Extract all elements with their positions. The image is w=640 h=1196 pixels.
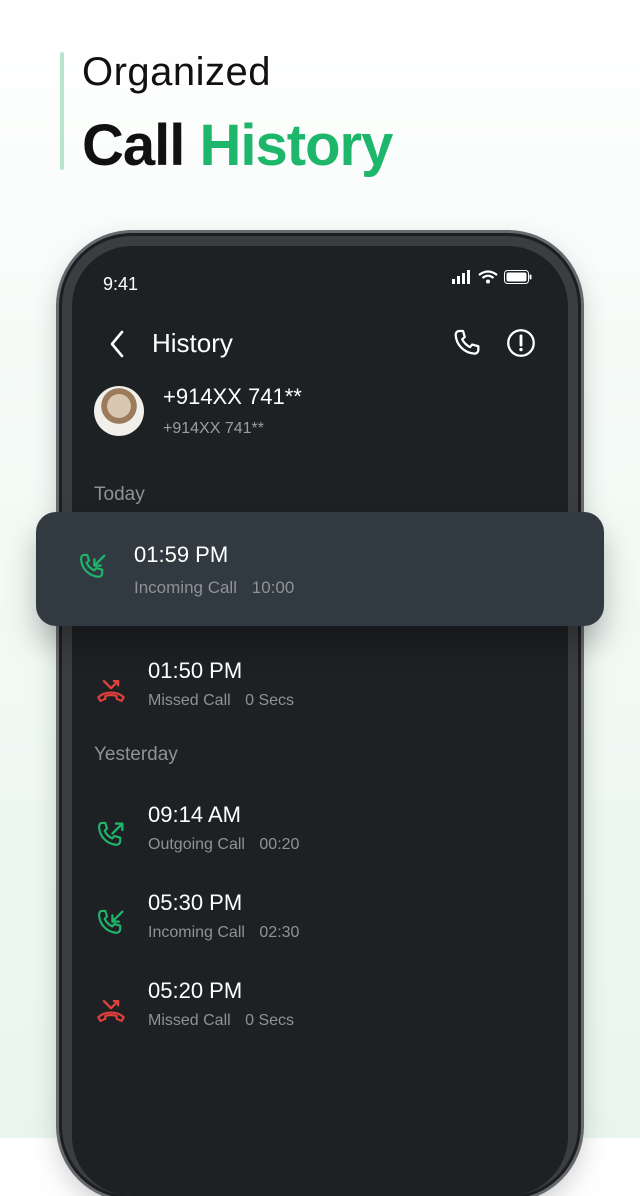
- contact-number: +914XX 741**: [163, 420, 264, 437]
- call-button[interactable]: [450, 326, 484, 360]
- call-meta: Incoming Call 02:30: [148, 924, 299, 942]
- call-time: 09:14 AM: [148, 802, 241, 827]
- missed-call-icon: [94, 994, 128, 1028]
- call-duration: 0 Secs: [245, 1012, 295, 1029]
- chevron-left-icon: [110, 330, 124, 358]
- avatar: [94, 386, 144, 436]
- call-row[interactable]: 05:30 PM Incoming Call 02:30: [72, 890, 568, 960]
- call-time: 05:20 PM: [148, 978, 243, 1003]
- phone-screen: 9:41 History +914XX 741** +914XX 741** T…: [72, 246, 568, 1196]
- wifi-icon: [478, 270, 498, 284]
- call-duration: 0 Secs: [245, 692, 295, 709]
- status-icons: [452, 270, 532, 284]
- call-time: 01:59 PM: [134, 542, 229, 567]
- call-duration: 10:00: [251, 578, 295, 597]
- info-button[interactable]: [504, 326, 538, 360]
- call-type: Incoming Call: [134, 578, 237, 597]
- call-duration: 00:20: [259, 836, 300, 853]
- call-type: Missed Call: [148, 1012, 231, 1029]
- headline-word-call: Call: [82, 113, 185, 178]
- phone-icon: [454, 329, 480, 355]
- call-type: Incoming Call: [148, 924, 245, 941]
- incoming-call-icon: [76, 550, 110, 584]
- call-row[interactable]: 05:20 PM Missed Call 0 Secs: [72, 978, 568, 1048]
- headline-line-2: Call History: [82, 112, 394, 179]
- incoming-call-icon: [94, 906, 128, 940]
- call-time: 05:30 PM: [148, 890, 243, 915]
- headline-word-history: History: [199, 113, 394, 178]
- battery-icon: [504, 270, 532, 284]
- call-meta: Outgoing Call 00:20: [148, 836, 299, 854]
- call-type: Missed Call: [148, 692, 231, 709]
- info-icon: [507, 329, 535, 357]
- section-label-today: Today: [94, 484, 145, 505]
- contact-name: +914XX 741**: [163, 384, 302, 409]
- highlighted-call-row[interactable]: 01:59 PM Incoming Call 10:00: [36, 512, 604, 626]
- headline-line-1: Organized: [82, 50, 272, 94]
- section-label-yesterday: Yesterday: [94, 744, 178, 765]
- call-row[interactable]: 01:50 PM Missed Call 0 Secs: [72, 658, 568, 728]
- outgoing-call-icon: [94, 818, 128, 852]
- call-meta: Incoming Call 10:00: [134, 578, 294, 598]
- back-button[interactable]: [104, 326, 132, 362]
- signal-icon: [452, 270, 470, 284]
- status-time: 9:41: [103, 274, 139, 294]
- call-type: Outgoing Call: [148, 836, 245, 853]
- call-meta: Missed Call 0 Secs: [148, 1012, 294, 1030]
- call-duration: 02:30: [259, 924, 300, 941]
- phone-frame: 9:41 History +914XX 741** +914XX 741** T…: [62, 236, 578, 1196]
- headline-accent-bar: [60, 52, 64, 170]
- call-meta: Missed Call 0 Secs: [148, 692, 294, 710]
- call-row[interactable]: 09:14 AM Outgoing Call 00:20: [72, 802, 568, 872]
- call-time: 01:50 PM: [148, 658, 243, 683]
- missed-call-icon: [94, 674, 128, 708]
- page-title: History: [152, 328, 233, 358]
